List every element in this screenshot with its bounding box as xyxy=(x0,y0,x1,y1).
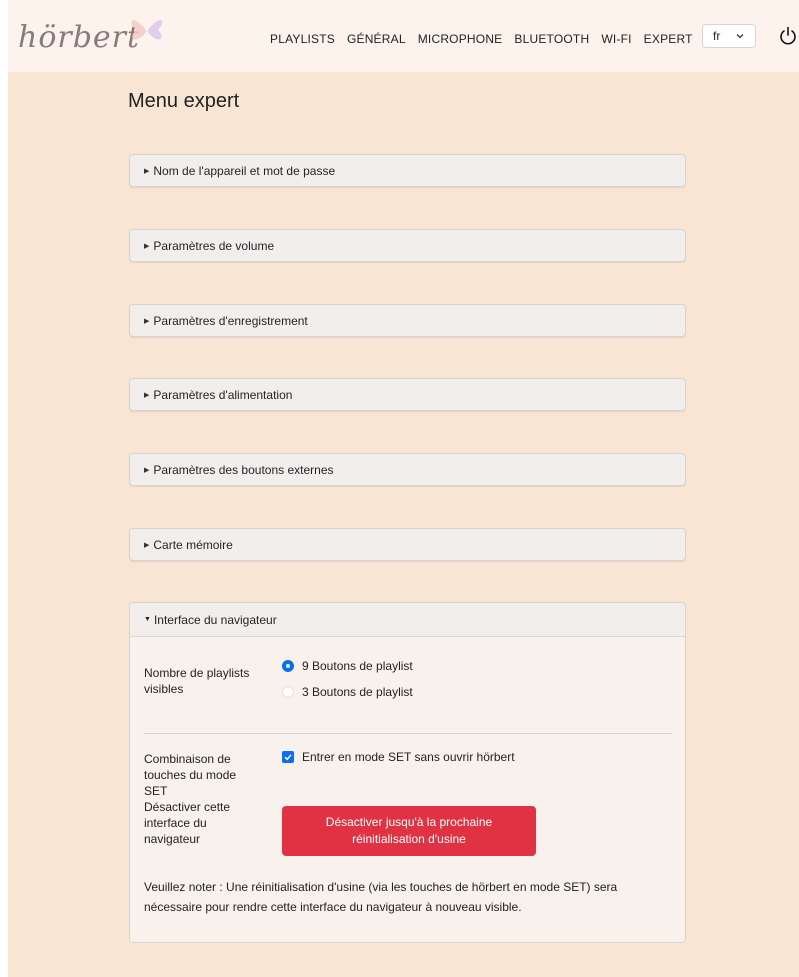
caret-right-icon: ▶ xyxy=(144,167,150,175)
language-value: fr xyxy=(713,29,721,43)
section-external-buttons[interactable]: ▶ Paramètres des boutons externes xyxy=(129,453,686,486)
butterfly-icon xyxy=(131,20,163,40)
playlists-count-label: Nombre de playlists visibles xyxy=(144,666,250,696)
radio-9-playlists[interactable]: 9 Boutons de playlist xyxy=(282,659,413,673)
checkbox-label: Entrer en mode SET sans ouvrir hörbert xyxy=(302,750,515,764)
section-label: Nom de l'appareil et mot de passe xyxy=(153,163,336,178)
radio-unselected[interactable] xyxy=(282,686,294,698)
radio-3-playlists[interactable]: 3 Boutons de playlist xyxy=(282,685,413,699)
section-power-settings[interactable]: ▶ Paramètres d'alimentation xyxy=(129,378,686,411)
chevron-down-icon xyxy=(736,34,744,39)
section-label: Carte mémoire xyxy=(153,537,233,552)
section-volume-settings[interactable]: ▶ Paramètres de volume xyxy=(129,229,686,262)
navbar: hörbert PLAYLISTS GÉNÉRAL MICROPHONE BLU… xyxy=(8,0,799,72)
button-label-line1: Désactiver jusqu'à la prochaine xyxy=(325,815,493,829)
section-browser-interface: ▼ Interface du navigateur Nombre de play… xyxy=(129,602,686,943)
caret-right-icon: ▶ xyxy=(144,391,150,399)
section-label: Paramètres de volume xyxy=(153,238,275,253)
page-title: Menu expert xyxy=(128,90,240,112)
section-device-name-password[interactable]: ▶ Nom de l'appareil et mot de passe xyxy=(129,154,686,187)
section-label: Paramètres d'enregistrement xyxy=(153,313,308,328)
radio-label: 9 Boutons de playlist xyxy=(302,659,413,673)
radio-label: 3 Boutons de playlist xyxy=(302,685,413,699)
nav-bluetooth[interactable]: BLUETOOTH xyxy=(514,32,589,46)
set-mode-checkbox[interactable]: Entrer en mode SET sans ouvrir hörbert xyxy=(282,750,515,764)
section-recording-settings[interactable]: ▶ Paramètres d'enregistrement xyxy=(129,304,686,337)
caret-down-icon: ▼ xyxy=(144,616,151,623)
logo[interactable]: hörbert xyxy=(18,20,140,55)
nav-expert[interactable]: EXPERT xyxy=(644,32,693,46)
disable-interface-button[interactable]: Désactiver jusqu'à la prochaine réinitia… xyxy=(282,806,536,856)
factory-reset-note: Veuillez noter : Une réinitialisation d'… xyxy=(144,880,618,914)
power-icon[interactable] xyxy=(778,26,798,46)
nav-general[interactable]: GÉNÉRAL xyxy=(347,32,406,46)
nav-playlists[interactable]: PLAYLISTS xyxy=(270,32,335,46)
section-label: Interface du navigateur xyxy=(153,612,277,627)
caret-right-icon: ▶ xyxy=(144,466,150,474)
section-label: Paramètres d'alimentation xyxy=(153,387,293,402)
caret-right-icon: ▶ xyxy=(144,242,150,250)
caret-right-icon: ▶ xyxy=(144,317,150,325)
divider xyxy=(144,733,672,734)
caret-right-icon: ▶ xyxy=(144,541,150,549)
checkbox-checked[interactable] xyxy=(282,751,294,763)
button-label-line2: réinitialisation d'usine xyxy=(352,832,466,846)
check-icon xyxy=(284,754,292,761)
main-nav: PLAYLISTS GÉNÉRAL MICROPHONE BLUETOOTH W… xyxy=(270,32,693,46)
language-select[interactable]: fr xyxy=(702,24,756,48)
section-browser-interface-header[interactable]: ▼ Interface du navigateur xyxy=(130,603,685,637)
section-label: Paramètres des boutons externes xyxy=(153,462,334,477)
section-memory-card[interactable]: ▶ Carte mémoire xyxy=(129,528,686,561)
set-mode-label: Combinaison de touches du mode SET Désac… xyxy=(144,752,237,846)
nav-wifi[interactable]: WI-FI xyxy=(601,32,631,46)
nav-microphone[interactable]: MICROPHONE xyxy=(418,32,503,46)
radio-selected[interactable] xyxy=(282,660,294,672)
